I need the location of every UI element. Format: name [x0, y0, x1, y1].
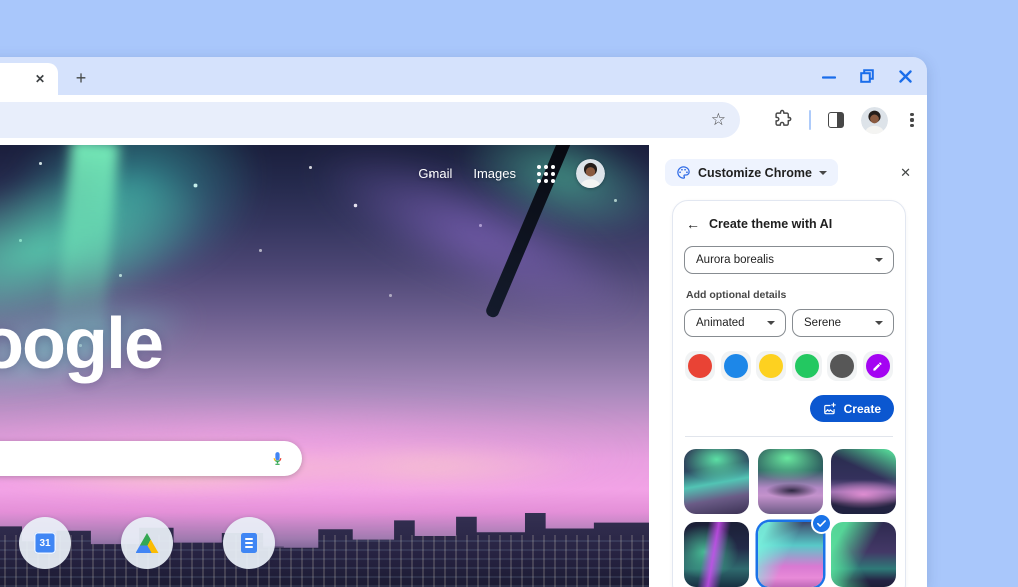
optional-details-label: Add optional details [686, 289, 787, 301]
google-topbar: Gmail Images [418, 159, 605, 188]
google-logo: Google [0, 304, 164, 384]
customize-chrome-menu-button[interactable]: Customize Chrome [665, 159, 838, 186]
chevron-down-icon [875, 258, 883, 262]
voice-search-mic-icon[interactable] [269, 450, 286, 472]
active-tab[interactable]: ✕ [0, 63, 58, 95]
theme-thumbnail-2[interactable] [757, 449, 823, 514]
pencil-icon [873, 361, 883, 371]
bookmark-star-icon[interactable]: ☆ [711, 110, 726, 130]
google-apps-grid-icon[interactable] [537, 164, 555, 183]
window-controls [821, 57, 913, 95]
color-swatch-yellow[interactable] [756, 351, 787, 381]
gmail-link[interactable]: Gmail [418, 166, 452, 181]
chevron-down-icon [875, 321, 883, 325]
tab-close-icon[interactable]: ✕ [32, 71, 48, 87]
toolbar-icons [774, 95, 919, 145]
back-arrow-icon[interactable]: ← [686, 216, 700, 232]
calendar-shortcut[interactable]: 31 [19, 517, 71, 569]
browser-window: ✕ + ☆ Gmail Images ogle 31 Customize Chr… [0, 57, 927, 587]
customize-chrome-panel: Customize Chrome ✕ ← Create theme with A… [649, 145, 927, 587]
side-panel-icon[interactable] [828, 112, 844, 128]
close-window-button[interactable] [897, 68, 913, 84]
theme-subject-select[interactable]: Aurora borealis [684, 246, 894, 274]
card-title: Create theme with AI [709, 217, 833, 231]
search-input[interactable] [0, 441, 302, 476]
create-button-label: Create [843, 401, 881, 416]
style-select[interactable]: Animated [684, 309, 786, 337]
docs-icon [241, 533, 257, 553]
chevron-down-icon [818, 170, 827, 175]
extensions-icon[interactable] [774, 109, 792, 132]
color-swatch-row [685, 351, 893, 381]
google-account-avatar[interactable] [576, 159, 605, 188]
style-select-value: Animated [696, 317, 745, 329]
theme-thumbnail-6[interactable] [831, 522, 896, 587]
mood-select-value: Serene [804, 317, 842, 329]
browser-menu-icon[interactable] [905, 112, 919, 128]
card-title-row: ← Create theme with AI [686, 216, 894, 232]
panel-close-icon[interactable]: ✕ [896, 161, 915, 185]
create-theme-card: ← Create theme with AI Aurora borealis A… [672, 200, 906, 587]
theme-thumbnail-1[interactable] [684, 449, 749, 514]
theme-thumbnail-4[interactable] [684, 522, 749, 587]
panel-header: Customize Chrome ✕ [665, 159, 915, 186]
card-divider [685, 436, 893, 437]
new-tab-button[interactable]: + [68, 66, 94, 92]
color-swatch-grey[interactable] [827, 351, 858, 381]
browser-toolbar: ☆ [0, 95, 927, 145]
images-link[interactable]: Images [473, 166, 516, 181]
google-homepage: Gmail Images Google [0, 145, 649, 587]
add-image-icon [823, 402, 836, 414]
address-bar[interactable]: ☆ [0, 102, 740, 138]
detail-selects-row: Animated Serene [684, 309, 894, 337]
mood-select[interactable]: Serene [792, 309, 894, 337]
drive-shortcut[interactable] [121, 517, 173, 569]
custom-color-swatch[interactable] [862, 351, 893, 381]
restore-window-button[interactable] [859, 68, 875, 84]
color-swatch-red[interactable] [685, 351, 715, 381]
color-swatch-blue[interactable] [720, 351, 751, 381]
calendar-icon: 31 [34, 532, 56, 554]
create-button[interactable]: Create [809, 395, 894, 422]
panel-title: Customize Chrome [698, 165, 812, 180]
theme-thumbnail-3[interactable] [831, 449, 896, 514]
profile-avatar[interactable] [861, 106, 888, 134]
desktop: { "styles": { "page": "background:#a9c7f… [0, 0, 1018, 587]
drive-icon [135, 533, 159, 553]
theme-subject-value: Aurora borealis [696, 254, 774, 266]
theme-thumbnail-5-selected[interactable] [757, 513, 832, 587]
chevron-down-icon [767, 321, 775, 325]
minimize-button[interactable] [821, 68, 837, 84]
shortcut-row: 31 [19, 517, 275, 569]
docs-shortcut[interactable] [223, 517, 275, 569]
color-swatch-green[interactable] [791, 351, 822, 381]
palette-icon [677, 166, 690, 179]
selected-check-icon [810, 513, 832, 534]
tab-strip: ✕ + [0, 57, 927, 95]
create-row: Create [684, 395, 894, 422]
toolbar-divider [809, 110, 811, 130]
content-row: Gmail Images Google [0, 145, 927, 587]
theme-thumbnail-grid [684, 449, 896, 587]
